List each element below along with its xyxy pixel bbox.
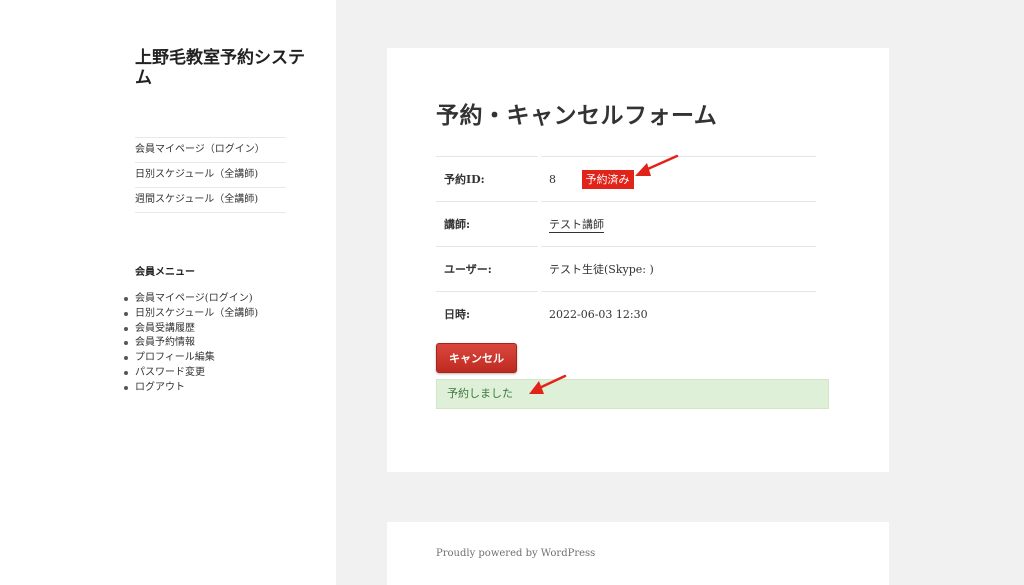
table-row: ユーザー: テスト生徒(Skype: ): [436, 246, 816, 291]
datetime-label: 日時:: [436, 291, 538, 336]
menu-item-reservations[interactable]: 会員予約情報: [123, 336, 258, 351]
teacher-cell: テスト講師: [541, 201, 816, 246]
teacher-label: 講師:: [436, 201, 538, 246]
table-row: 講師: テスト講師: [436, 201, 816, 246]
table-row: 日時: 2022-06-03 12:30: [436, 291, 816, 336]
cancel-button[interactable]: キャンセル: [436, 343, 517, 373]
success-notice: 予約しました: [436, 379, 829, 409]
user-value: テスト生徒(Skype: ): [541, 246, 816, 291]
powered-by-link[interactable]: Proudly powered by WordPress: [436, 548, 595, 559]
menu-item-lesson-history[interactable]: 会員受講履歴: [123, 322, 258, 337]
menu-item-daily-schedule[interactable]: 日別スケジュール（全講師): [123, 307, 258, 322]
menu-item-logout[interactable]: ログアウト: [123, 381, 258, 396]
annotation-arrow-icon: [635, 154, 679, 176]
reservation-id-label: 予約ID:: [436, 156, 538, 201]
member-menu: 会員マイページ(ログイン) 日別スケジュール（全講師) 会員受講履歴 会員予約情…: [123, 292, 258, 396]
reservation-details-table: 予約ID: 8 予約済み 講師: テスト講師 ユーザー: テスト生徒(Skype…: [433, 156, 819, 336]
member-menu-title: 会員メニュー: [135, 267, 195, 278]
main-nav: 会員マイページ（ログイン） 日別スケジュール（全講師) 週間スケジュール（全講師…: [135, 137, 286, 213]
reservation-card: 予約・キャンセルフォーム 予約ID: 8 予約済み 講師: テスト講師 ユーザー…: [387, 48, 889, 472]
site-title[interactable]: 上野毛教室予約システム: [135, 48, 305, 88]
menu-item-mypage[interactable]: 会員マイページ(ログイン): [123, 292, 258, 307]
menu-item-profile-edit[interactable]: プロフィール編集: [123, 351, 258, 366]
reservation-id-value: 8: [549, 172, 556, 186]
nav-item-weekly-schedule[interactable]: 週間スケジュール（全講師): [135, 188, 286, 213]
sidebar: 上野毛教室予約システム 会員マイページ（ログイン） 日別スケジュール（全講師) …: [0, 0, 336, 585]
user-label: ユーザー:: [436, 246, 538, 291]
menu-item-password-change[interactable]: パスワード変更: [123, 366, 258, 381]
nav-item-daily-schedule[interactable]: 日別スケジュール（全講師): [135, 163, 286, 188]
table-row: 予約ID: 8 予約済み: [436, 156, 816, 201]
nav-item-mypage[interactable]: 会員マイページ（ログイン）: [135, 138, 286, 163]
site-footer: Proudly powered by WordPress: [387, 522, 889, 585]
teacher-link[interactable]: テスト講師: [549, 218, 604, 233]
status-badge: 予約済み: [581, 169, 634, 189]
page-title: 予約・キャンセルフォーム: [436, 102, 718, 129]
datetime-value: 2022-06-03 12:30: [541, 291, 816, 336]
annotation-arrow-icon: [529, 374, 567, 394]
